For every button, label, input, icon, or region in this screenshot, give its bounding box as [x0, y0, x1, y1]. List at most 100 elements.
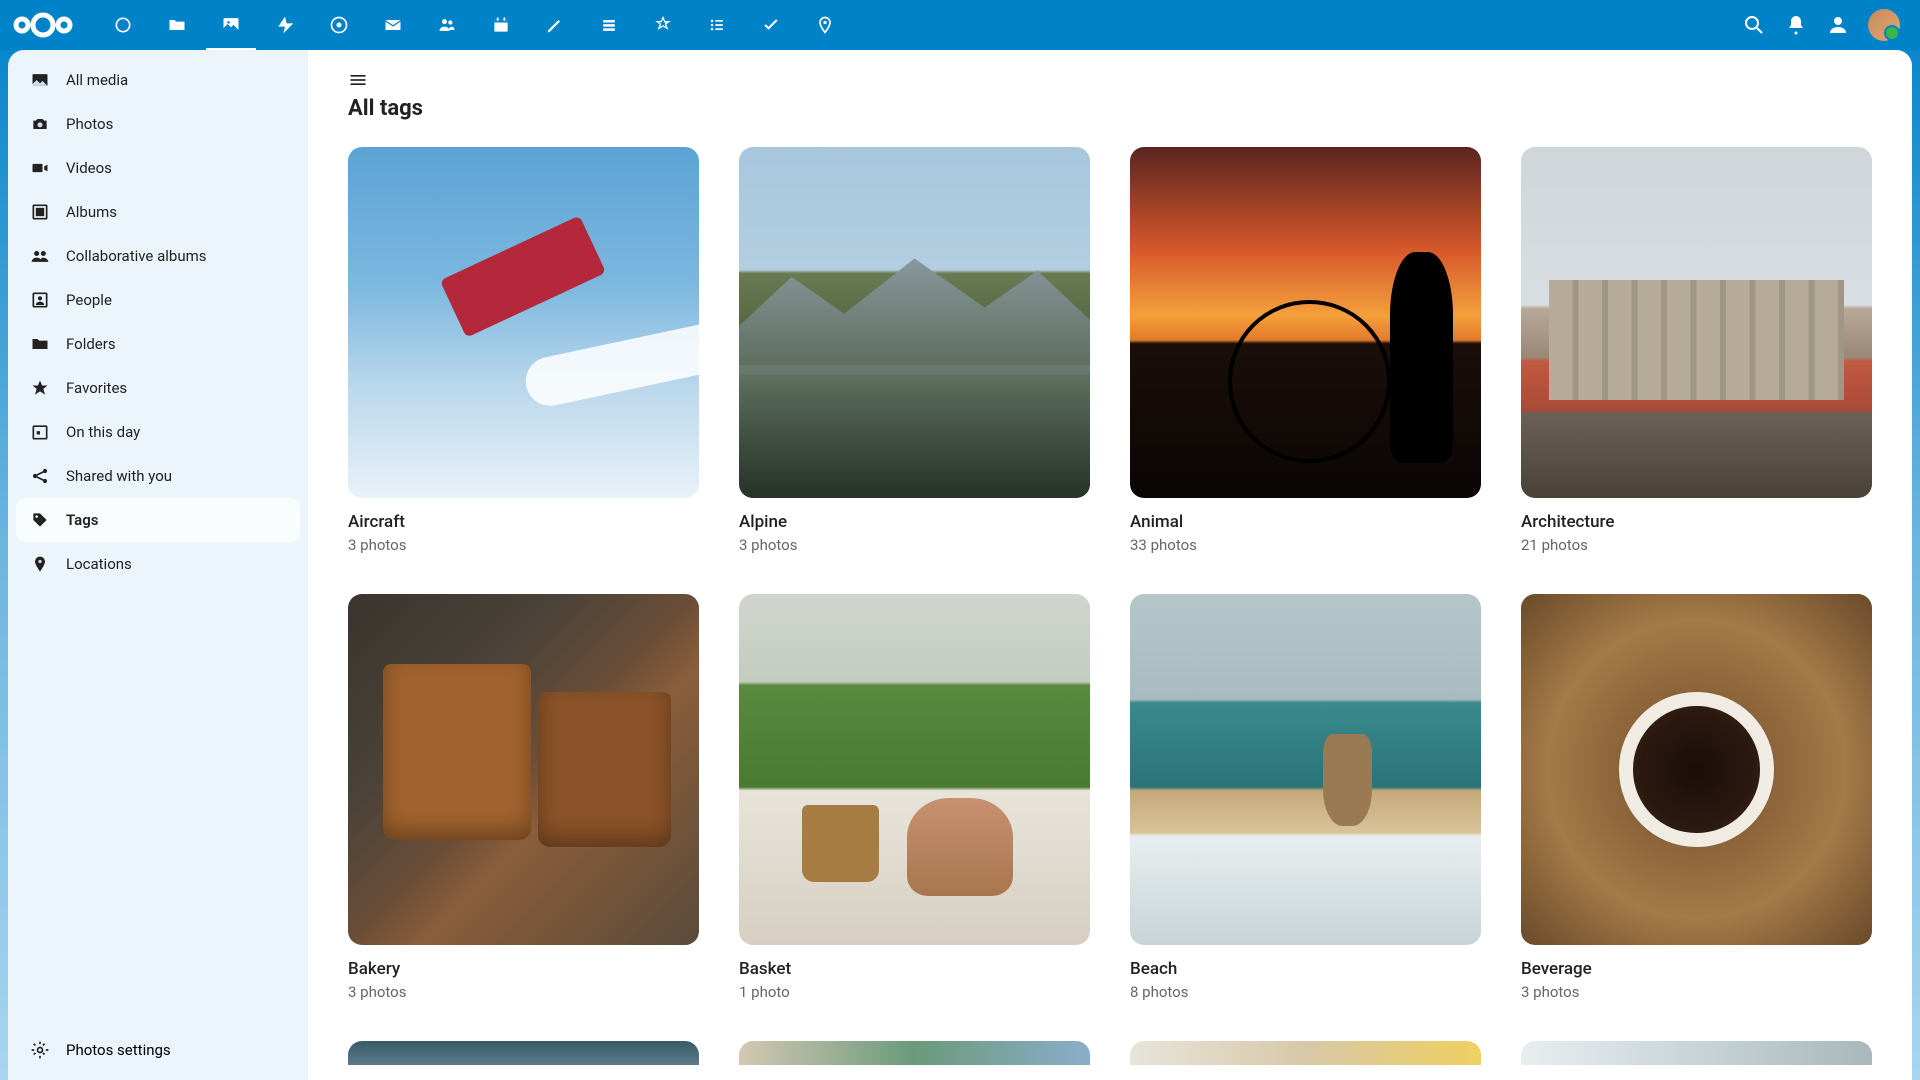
sidebar-item-photos[interactable]: Photos: [16, 102, 300, 146]
tag-card-partial[interactable]: [1130, 1041, 1481, 1079]
tag-card-animal[interactable]: Animal 33 photos: [1130, 147, 1481, 554]
sidebar-item-albums[interactable]: Albums: [16, 190, 300, 234]
app-calendar-icon[interactable]: [476, 0, 526, 50]
tag-title: Beach: [1130, 959, 1481, 979]
app-mail-icon[interactable]: [368, 0, 418, 50]
app-list-icon[interactable]: [692, 0, 742, 50]
tag-thumbnail: [348, 594, 699, 945]
tag-title: Animal: [1130, 512, 1481, 532]
app-photos-icon[interactable]: [206, 0, 256, 50]
app-notes-icon[interactable]: [530, 0, 580, 50]
video-icon: [30, 158, 50, 178]
app-deck-icon[interactable]: [584, 0, 634, 50]
image-icon: [30, 70, 50, 90]
sidebar-item-label: Favorites: [66, 379, 127, 397]
gear-icon: [30, 1040, 50, 1060]
group-icon: [30, 246, 50, 266]
toggle-sidebar-icon[interactable]: [348, 70, 368, 90]
sidebar-item-label: Tags: [66, 511, 99, 529]
star-icon: [30, 378, 50, 398]
app-talk-icon[interactable]: [314, 0, 364, 50]
tag-card-architecture[interactable]: Architecture 21 photos: [1521, 147, 1872, 554]
sidebar-item-label: Collaborative albums: [66, 247, 207, 265]
sidebar-item-favorites[interactable]: Favorites: [16, 366, 300, 410]
tag-count: 33 photos: [1130, 536, 1481, 554]
app-files-icon[interactable]: [152, 0, 202, 50]
tag-count: 8 photos: [1130, 983, 1481, 1001]
tag-card-basket[interactable]: Basket 1 photo: [739, 594, 1090, 1001]
people-icon: [30, 290, 50, 310]
app-maps-icon[interactable]: [800, 0, 850, 50]
tag-title: Alpine: [739, 512, 1090, 532]
tag-card-partial[interactable]: [1521, 1041, 1872, 1079]
tag-thumbnail: [1521, 1041, 1872, 1065]
tag-title: Architecture: [1521, 512, 1872, 532]
tag-card-partial[interactable]: [348, 1041, 699, 1079]
tag-card-bakery[interactable]: Bakery 3 photos: [348, 594, 699, 1001]
tag-count: 3 photos: [1521, 983, 1872, 1001]
tag-thumbnail: [1521, 594, 1872, 945]
location-icon: [30, 554, 50, 574]
top-navigation-bar: [0, 0, 1920, 50]
search-icon[interactable]: [1742, 13, 1766, 37]
sidebar-settings[interactable]: Photos settings: [16, 1028, 300, 1072]
app-upgrade-icon[interactable]: [638, 0, 688, 50]
tag-thumbnail: [348, 147, 699, 498]
tag-card-beverage[interactable]: Beverage 3 photos: [1521, 594, 1872, 1001]
tag-title: Bakery: [348, 959, 699, 979]
tag-title: Basket: [739, 959, 1090, 979]
sidebar-item-label: Shared with you: [66, 467, 172, 485]
nextcloud-logo[interactable]: [12, 8, 74, 42]
tag-card-partial[interactable]: [739, 1041, 1090, 1079]
tag-card-aircraft[interactable]: Aircraft 3 photos: [348, 147, 699, 554]
tag-card-beach[interactable]: Beach 8 photos: [1130, 594, 1481, 1001]
app-activity-icon[interactable]: [260, 0, 310, 50]
sidebar-item-label: Photos: [66, 115, 113, 133]
share-icon: [30, 466, 50, 486]
tag-thumbnail: [739, 1041, 1090, 1065]
topbar-right-group: [1742, 9, 1900, 41]
sidebar-item-label: All media: [66, 71, 128, 89]
tag-thumbnail: [739, 147, 1090, 498]
app-contacts-icon[interactable]: [422, 0, 472, 50]
sidebar-item-all-media[interactable]: All media: [16, 58, 300, 102]
sidebar-item-label: Folders: [66, 335, 116, 353]
tag-thumbnail: [739, 594, 1090, 945]
tag-count: 3 photos: [348, 983, 699, 1001]
sidebar-item-locations[interactable]: Locations: [16, 542, 300, 586]
app-tasks-icon[interactable]: [746, 0, 796, 50]
sidebar-item-folders[interactable]: Folders: [16, 322, 300, 366]
notifications-icon[interactable]: [1784, 13, 1808, 37]
calendar-day-icon: [30, 422, 50, 442]
main-content: All tags Aircraft 3 photos Alpine 3 phot…: [308, 50, 1912, 1080]
sidebar-item-label: Videos: [66, 159, 112, 177]
tag-thumbnail: [348, 1041, 699, 1065]
camera-icon: [30, 114, 50, 134]
sidebar-item-label: Locations: [66, 555, 132, 573]
folder-icon: [30, 334, 50, 354]
tag-count: 3 photos: [739, 536, 1090, 554]
tag-icon: [30, 510, 50, 530]
tags-grid: Aircraft 3 photos Alpine 3 photos Animal…: [348, 147, 1872, 1079]
sidebar-item-label: On this day: [66, 423, 140, 441]
settings-label: Photos settings: [66, 1041, 171, 1059]
tag-thumbnail: [1130, 1041, 1481, 1065]
app-dashboard-icon[interactable]: [98, 0, 148, 50]
sidebar-item-collab-albums[interactable]: Collaborative albums: [16, 234, 300, 278]
tag-count: 3 photos: [348, 536, 699, 554]
tag-count: 1 photo: [739, 983, 1090, 1001]
sidebar-item-people[interactable]: People: [16, 278, 300, 322]
sidebar-item-on-this-day[interactable]: On this day: [16, 410, 300, 454]
user-avatar[interactable]: [1868, 9, 1900, 41]
sidebar-item-label: Albums: [66, 203, 117, 221]
main-header: [348, 70, 1872, 90]
sidebar-item-videos[interactable]: Videos: [16, 146, 300, 190]
tag-thumbnail: [1130, 147, 1481, 498]
tag-title: Beverage: [1521, 959, 1872, 979]
contacts-menu-icon[interactable]: [1826, 13, 1850, 37]
sidebar-item-shared[interactable]: Shared with you: [16, 454, 300, 498]
sidebar-item-tags[interactable]: Tags: [16, 498, 300, 542]
topbar-left-group: [12, 0, 850, 50]
tag-count: 21 photos: [1521, 536, 1872, 554]
tag-card-alpine[interactable]: Alpine 3 photos: [739, 147, 1090, 554]
